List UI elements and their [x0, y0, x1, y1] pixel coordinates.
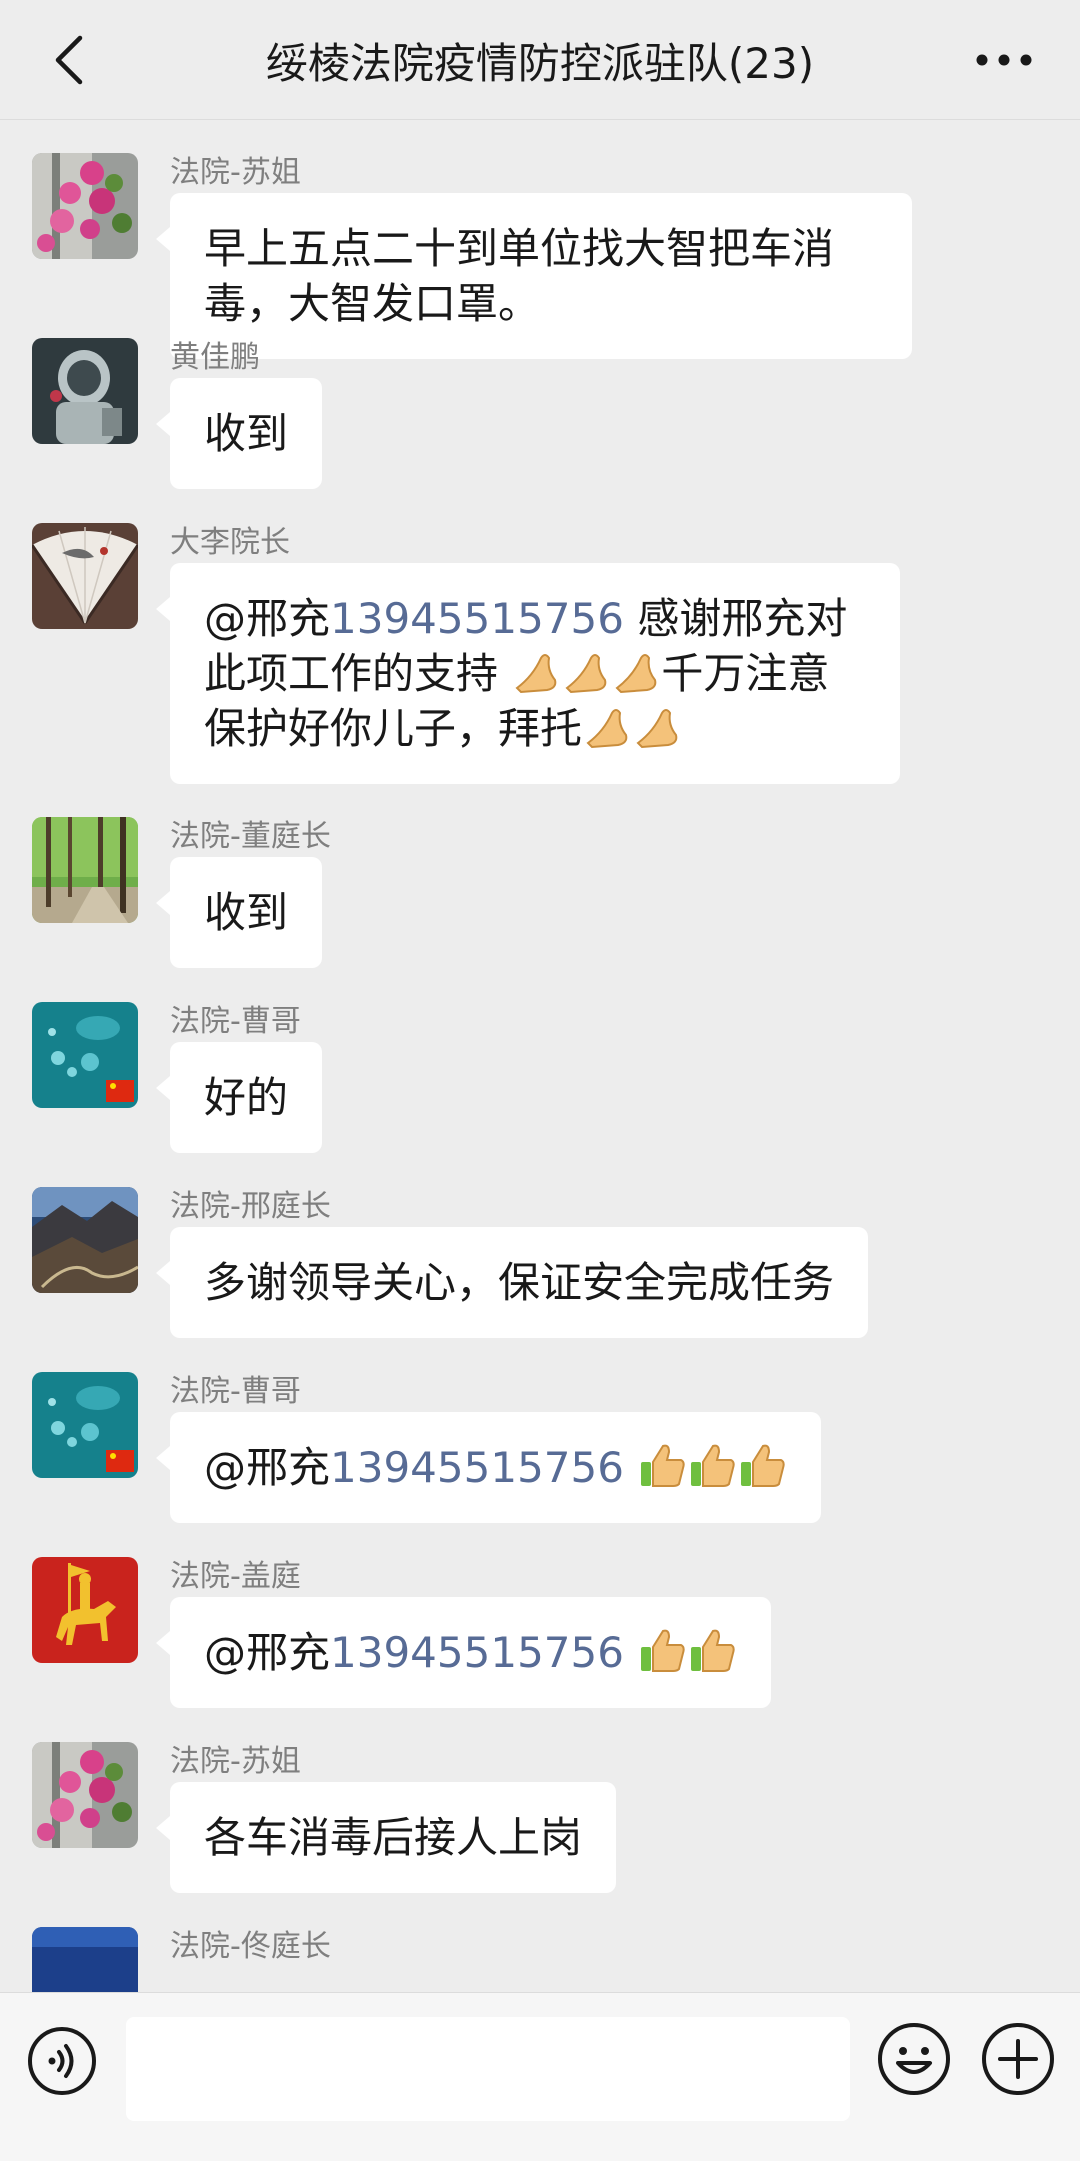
mention[interactable]: @邢充: [204, 1443, 330, 1492]
flower-avatar-image: [32, 1742, 138, 1848]
thumbs-up-emoji-icon: [691, 1444, 735, 1487]
message-text-line: 早上五点二十到单位找大智把车消: [204, 224, 835, 273]
astronaut-avatar-image: [32, 338, 138, 444]
emoji-button[interactable]: [876, 2021, 952, 2097]
message-text: 收到: [204, 409, 289, 458]
more-button[interactable]: [968, 30, 1040, 90]
input-bar: [0, 1992, 1080, 2161]
sender-name: 法院-曹哥: [170, 1374, 301, 1409]
fist-salute-emoji-icon: [636, 709, 678, 749]
phone-link[interactable]: 13945515756: [330, 1628, 624, 1677]
message-bubble[interactable]: @邢充13945515756: [155, 1597, 772, 1708]
message-bubble[interactable]: 早上五点二十到单位找大智把车消 毒，大智发口罩。: [156, 193, 912, 359]
water-drops-avatar-image: [32, 1372, 138, 1478]
mention[interactable]: @邢充: [204, 594, 330, 643]
message-text-line: 此项工作的支持 千万注意: [204, 646, 866, 701]
message-text: 好的: [204, 1073, 289, 1122]
mention[interactable]: @邢充: [204, 1628, 330, 1677]
horse-rider-avatar-image: [32, 1557, 138, 1663]
avatar[interactable]: [32, 1742, 138, 1848]
message-text: 此项工作的支持: [204, 649, 499, 698]
message-bubble[interactable]: @邢充13945515756 感谢邢充对 此项工作的支持 千万注意 保护好你儿子…: [156, 563, 900, 784]
avatar[interactable]: [32, 153, 138, 259]
chat-header: 绥棱法院疫情防控派驻队(23): [0, 0, 1080, 120]
fist-salute-emoji-icon: [515, 654, 557, 694]
sender-name: 法院-佟庭长: [170, 1929, 331, 1964]
avatar[interactable]: [32, 817, 138, 923]
more-actions-button[interactable]: [980, 2021, 1056, 2097]
sender-name: 法院-邢庭长: [170, 1189, 331, 1224]
message-bubble[interactable]: 多谢领导关心，保证安全完成任务: [155, 1227, 869, 1338]
avatar[interactable]: [32, 1002, 138, 1108]
message-bubble[interactable]: @邢充13945515756: [155, 1412, 822, 1523]
fan-avatar-image: [32, 523, 138, 629]
avatar[interactable]: [32, 1372, 138, 1478]
chat-title: 绥棱法院疫情防控派驻队(23): [265, 38, 815, 88]
sender-name: 法院-苏姐: [170, 155, 301, 190]
avatar[interactable]: [32, 1187, 138, 1293]
smiley-icon: [878, 2023, 950, 2095]
avatar[interactable]: [32, 1927, 138, 1992]
message-text: 各车消毒后接人上岗: [204, 1813, 583, 1862]
fist-salute-emoji-icon: [586, 709, 628, 749]
message-text: 感谢邢充对: [623, 594, 848, 643]
water-drops-avatar-image: [32, 1002, 138, 1108]
thumbs-up-emoji-icon: [741, 1444, 785, 1487]
message-list[interactable]: 法院-苏姐 早上五点二十到单位找大智把车消 毒，大智发口罩。 黄佳鹏 收到 大李…: [0, 121, 1080, 1992]
fist-salute-emoji-icon: [615, 654, 657, 694]
thumbs-up-emoji-icon: [641, 1629, 685, 1672]
sender-name: 黄佳鹏: [170, 340, 260, 375]
more-dots-icon: [976, 54, 1032, 66]
sender-name: 法院-董庭长: [170, 819, 331, 854]
message-bubble[interactable]: 收到: [155, 857, 323, 968]
sender-name: 法院-盖庭: [170, 1559, 301, 1594]
phone-link[interactable]: 13945515756: [330, 594, 624, 643]
message-text: 收到: [204, 888, 289, 937]
message-text: 多谢领导关心，保证安全完成任务: [204, 1258, 835, 1307]
thumbs-up-emoji-icon: [691, 1629, 735, 1672]
thumbs-up-emoji-icon: [641, 1444, 685, 1487]
message-input[interactable]: [126, 2017, 850, 2121]
fist-salute-emoji-icon: [565, 654, 607, 694]
message-text-line: 保护好你儿子，拜托: [204, 701, 866, 756]
back-button[interactable]: [40, 30, 100, 90]
sender-name: 大李院长: [170, 525, 290, 560]
chevron-left-icon: [55, 35, 83, 85]
message-bubble[interactable]: 各车消毒后接人上岗: [155, 1782, 617, 1893]
flower-avatar-image: [32, 153, 138, 259]
phone-link[interactable]: 13945515756: [330, 1443, 624, 1492]
mountain-avatar-image: [32, 1187, 138, 1293]
avatar[interactable]: [32, 523, 138, 629]
message-text: 保护好你儿子，拜托: [204, 704, 583, 753]
message-bubble[interactable]: 好的: [155, 1042, 323, 1153]
message-text: 千万注意: [661, 649, 830, 698]
plus-circle-icon: [982, 2023, 1054, 2095]
blue-avatar-image: [32, 1927, 138, 1992]
forest-avatar-image: [32, 817, 138, 923]
voice-icon: [28, 2027, 96, 2095]
message-text-line: 毒，大智发口罩。: [204, 279, 541, 328]
sender-name: 法院-苏姐: [170, 1744, 301, 1779]
avatar[interactable]: [32, 338, 138, 444]
voice-button[interactable]: [26, 2025, 98, 2097]
message-bubble[interactable]: 收到: [155, 378, 323, 489]
sender-name: 法院-曹哥: [170, 1004, 301, 1039]
avatar[interactable]: [32, 1557, 138, 1663]
message-text-line: @邢充13945515756 感谢邢充对: [204, 591, 866, 646]
